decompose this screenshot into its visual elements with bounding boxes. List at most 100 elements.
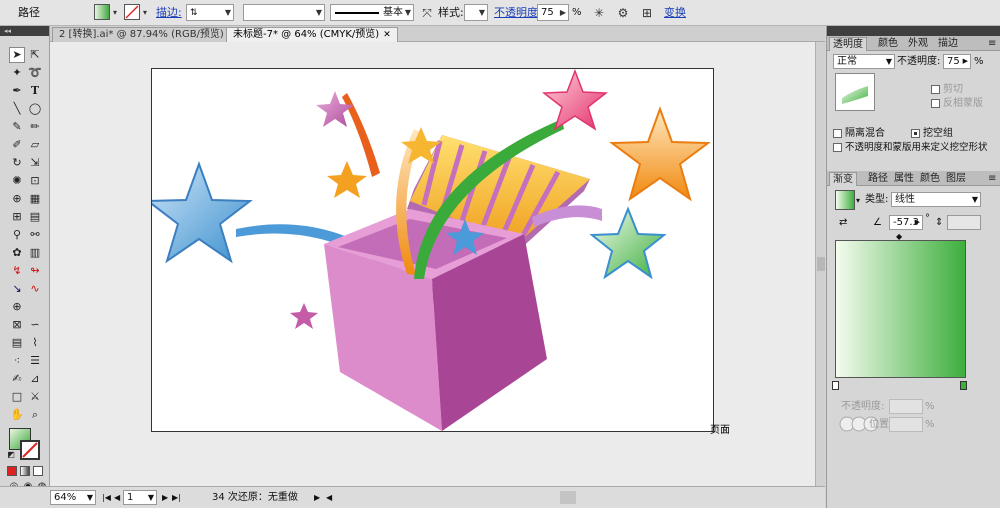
knife-tool-icon[interactable]: ⚔ (27, 389, 43, 405)
tab-attributes[interactable]: 属性 (891, 172, 917, 186)
panel-menu-icon[interactable]: ≡ (985, 37, 999, 51)
gradient-stop-end[interactable] (960, 381, 967, 390)
expand-icon[interactable]: ⤧ (418, 4, 436, 22)
list-tool-icon[interactable]: ☰ (27, 353, 43, 369)
pink-star[interactable] (541, 68, 609, 131)
eyedropper-tool-icon[interactable]: ⚲ (9, 227, 25, 243)
blend-2-tool-icon[interactable]: ⊿ (27, 371, 43, 387)
crosshair-tool-icon[interactable]: ⊕ (9, 299, 25, 315)
panel-menu-icon[interactable]: ≡ (985, 172, 999, 186)
variable-width-select[interactable]: ▼ (243, 4, 325, 21)
artboard-2-tool-icon[interactable]: □ (9, 389, 25, 405)
gradient-mode-icon[interactable] (20, 466, 30, 476)
orange-star-small[interactable] (327, 161, 367, 198)
eraser-tool-icon[interactable]: ▱ (27, 137, 43, 153)
paintbrush-tool-icon[interactable]: ✎ (9, 119, 25, 135)
page-number-select[interactable]: 1 ▼ (123, 490, 157, 505)
horizontal-scroll-thumb[interactable] (560, 491, 576, 504)
scale-tool-icon[interactable]: ⇲ (27, 155, 43, 171)
gear-icon[interactable]: ⚙ (614, 4, 632, 22)
orange-star-large[interactable] (609, 106, 711, 202)
isolate-blending-checkbox[interactable] (833, 129, 842, 138)
chevron-right-icon[interactable]: ▶ (963, 55, 968, 68)
tools-panel-header[interactable]: ◂◂ (0, 26, 49, 36)
tab-pathfinder[interactable]: 路径 (865, 172, 891, 186)
opacity-field[interactable]: 75 ▶ (537, 4, 569, 21)
angle-field[interactable]: -57.3 ▶ (889, 215, 923, 230)
mesh-tool-icon[interactable]: ⊞ (9, 209, 25, 225)
reverse-gradient-icon[interactable]: ⇄ (839, 216, 847, 229)
clip-checkbox[interactable] (931, 85, 940, 94)
custom-tool-red-1-icon[interactable]: ↯ (9, 263, 25, 279)
status-menu-arrow[interactable]: ▶ (314, 490, 320, 505)
column-tool-icon[interactable]: ▤ (9, 335, 25, 351)
eyedropper-2-tool-icon[interactable]: ✍ (9, 371, 25, 387)
document-tab-1[interactable]: 2 [转换].ai* @ 87.94% (RGB/预览)✕ (52, 27, 243, 42)
free-transform-tool-icon[interactable]: ⊡ (27, 173, 43, 189)
brush-select[interactable]: 基本 ▼ (330, 4, 414, 21)
last-page-icon[interactable]: ▶| (172, 490, 181, 505)
blend-mode-select[interactable]: 正常 ▼ (833, 54, 895, 69)
perspective-grid-tool-icon[interactable]: ▦ (27, 191, 43, 207)
vertical-scroll-thumb[interactable] (817, 257, 825, 271)
document-tab-2[interactable]: 未标题-7* @ 64% (CMYK/预览) ✕ (226, 27, 398, 42)
scroll-left-icon[interactable]: ◀ (326, 490, 332, 505)
pencil-tool-icon[interactable]: ✏ (27, 119, 43, 135)
tab-gradient[interactable]: 渐变 (829, 172, 857, 186)
invert-mask-checkbox[interactable] (931, 99, 940, 108)
close-icon[interactable]: ✕ (383, 30, 391, 40)
graph-style-tool-icon[interactable]: ⌇ (27, 335, 43, 351)
opacity-field[interactable]: 75 ▶ (943, 54, 971, 69)
align-icon[interactable]: ⊞ (638, 4, 656, 22)
shape-builder-tool-icon[interactable]: ⊕ (9, 191, 25, 207)
zoom-tool-icon[interactable]: ⌕ (27, 407, 43, 423)
gradient-type-select[interactable]: 线性 ▼ (891, 192, 981, 207)
stroke-swatch[interactable] (124, 4, 140, 20)
stroke-dropdown-arrow[interactable]: ▾ (140, 4, 150, 22)
transform-link[interactable]: 变换 (664, 4, 686, 22)
selection-tool-icon[interactable]: ➤ (9, 47, 25, 63)
tab-layers[interactable]: 图层 (943, 172, 969, 186)
magic-wand-tool-icon[interactable]: ✦ (9, 65, 25, 81)
gradient-stop-start[interactable] (832, 381, 839, 390)
column-graph-tool-icon[interactable]: ▥ (27, 245, 43, 261)
gradient-tool-icon[interactable]: ▤ (27, 209, 43, 225)
chevron-right-icon[interactable]: ▶ (915, 216, 920, 229)
stroke-label-link[interactable]: 描边: (156, 4, 182, 22)
graphic-style-select[interactable]: ▼ (464, 4, 488, 21)
scatter-tool-icon[interactable]: ⁖ (9, 353, 25, 369)
custom-tool-red-3-icon[interactable]: ∿ (27, 281, 43, 297)
aspect-ratio-field[interactable] (947, 215, 981, 230)
rotate-tool-icon[interactable]: ↻ (9, 155, 25, 171)
pen-tool-icon[interactable]: ✒ (9, 83, 25, 99)
line-segment-tool-icon[interactable]: ╲ (9, 101, 25, 117)
gradient-slider-preview[interactable] (835, 240, 966, 378)
artboard-tool-icon[interactable]: ⊠ (9, 317, 25, 333)
direct-selection-tool-icon[interactable]: ⇱ (27, 47, 43, 63)
vertical-scrollbar[interactable] (815, 42, 825, 486)
stroke-color-indicator[interactable] (20, 440, 40, 460)
custom-tool-blue-icon[interactable]: ↘ (9, 281, 25, 297)
chevron-down-icon[interactable]: ▾ (856, 194, 860, 207)
fill-swatch[interactable] (94, 4, 110, 20)
object-thumbnail[interactable] (835, 73, 875, 111)
green-star-selected[interactable] (589, 206, 667, 280)
hand-tool-icon[interactable]: ✋ (9, 407, 25, 423)
warp-tool-icon[interactable]: ✺ (9, 173, 25, 189)
gift-box-illustration[interactable] (145, 68, 715, 433)
tab-stroke[interactable]: 描边 (935, 37, 961, 51)
blend-tool-icon[interactable]: ⚯ (27, 227, 43, 243)
none-mode-icon[interactable] (33, 466, 43, 476)
type-tool-icon[interactable]: T (27, 83, 43, 99)
zoom-select[interactable]: 64% ▼ (50, 490, 96, 505)
default-colors-icon[interactable]: ◩ (6, 450, 16, 460)
knockout-group-checkbox[interactable] (911, 129, 920, 138)
dock-header[interactable] (827, 26, 1000, 36)
artboard[interactable] (145, 68, 715, 433)
opacity-mask-checkbox[interactable] (833, 143, 842, 152)
gradient-swatch[interactable] (835, 190, 855, 210)
tab-color[interactable]: 颜色 (875, 37, 901, 51)
canvas-area[interactable]: 页面 (50, 42, 815, 486)
prev-page-icon[interactable]: ◀ (114, 490, 120, 505)
slice-tool-icon[interactable]: ∽ (27, 317, 43, 333)
